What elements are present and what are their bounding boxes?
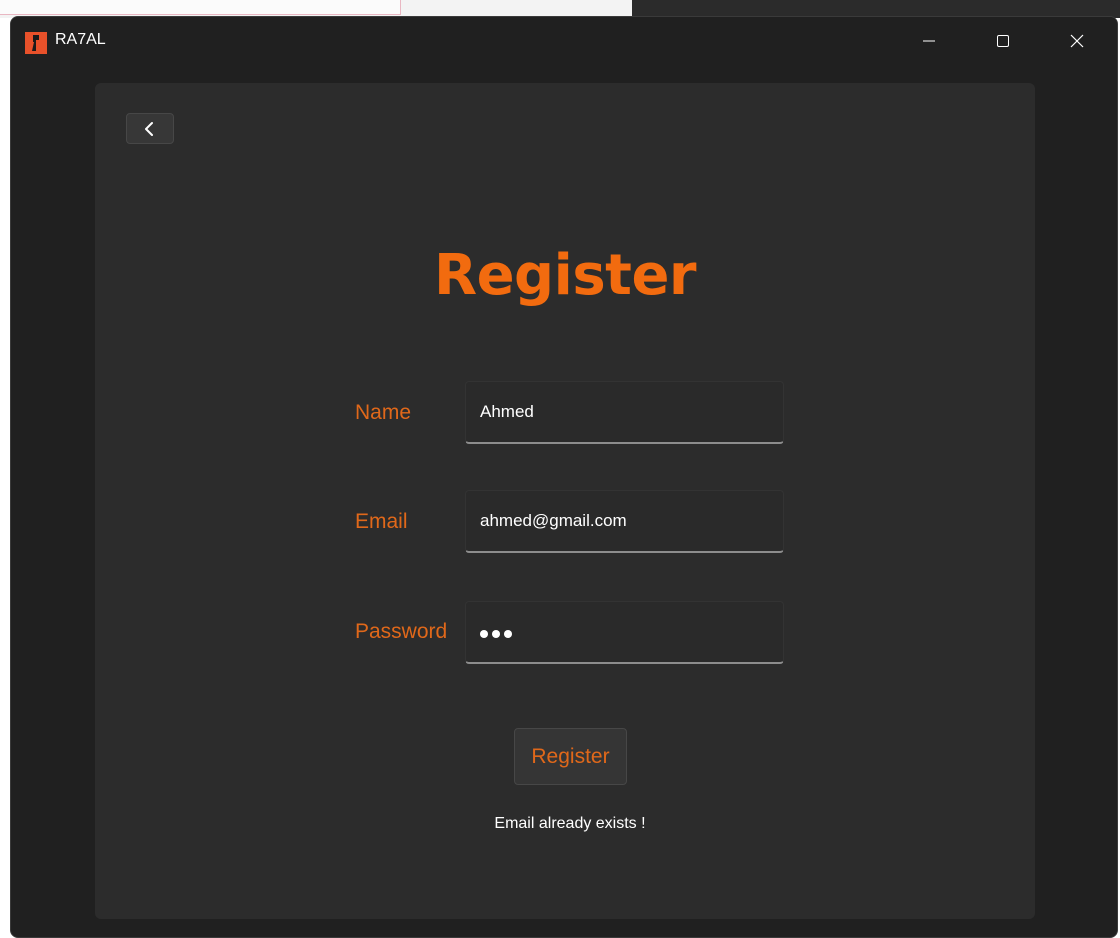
password-label: Password [355,620,448,643]
app-window: RA7AL Register Name Email [10,16,1118,938]
password-dot [504,630,512,638]
password-dot [492,630,500,638]
name-label: Name [355,401,412,424]
close-icon [1070,34,1084,48]
maximize-button[interactable] [967,17,1039,65]
window-title: RA7AL [55,31,106,48]
title-bar: RA7AL [11,17,1117,67]
minimize-button[interactable] [893,17,965,65]
status-message: Email already exists ! [494,815,646,832]
email-label: Email [355,510,408,533]
minimize-icon [923,40,935,42]
back-button[interactable] [126,113,174,144]
name-field[interactable] [465,381,784,444]
close-button[interactable] [1041,17,1113,65]
email-field[interactable] [465,490,784,553]
chevron-left-icon [145,121,153,136]
password-mask [480,630,512,638]
register-button[interactable]: Register [514,728,627,785]
background-window-edge [0,0,401,15]
app-logo-icon [25,32,47,54]
maximize-icon [997,35,1009,47]
register-panel: Register Name Email Password Register Em… [95,83,1035,919]
password-field[interactable] [465,601,784,664]
page-title: Register [433,243,697,308]
password-dot [480,630,488,638]
